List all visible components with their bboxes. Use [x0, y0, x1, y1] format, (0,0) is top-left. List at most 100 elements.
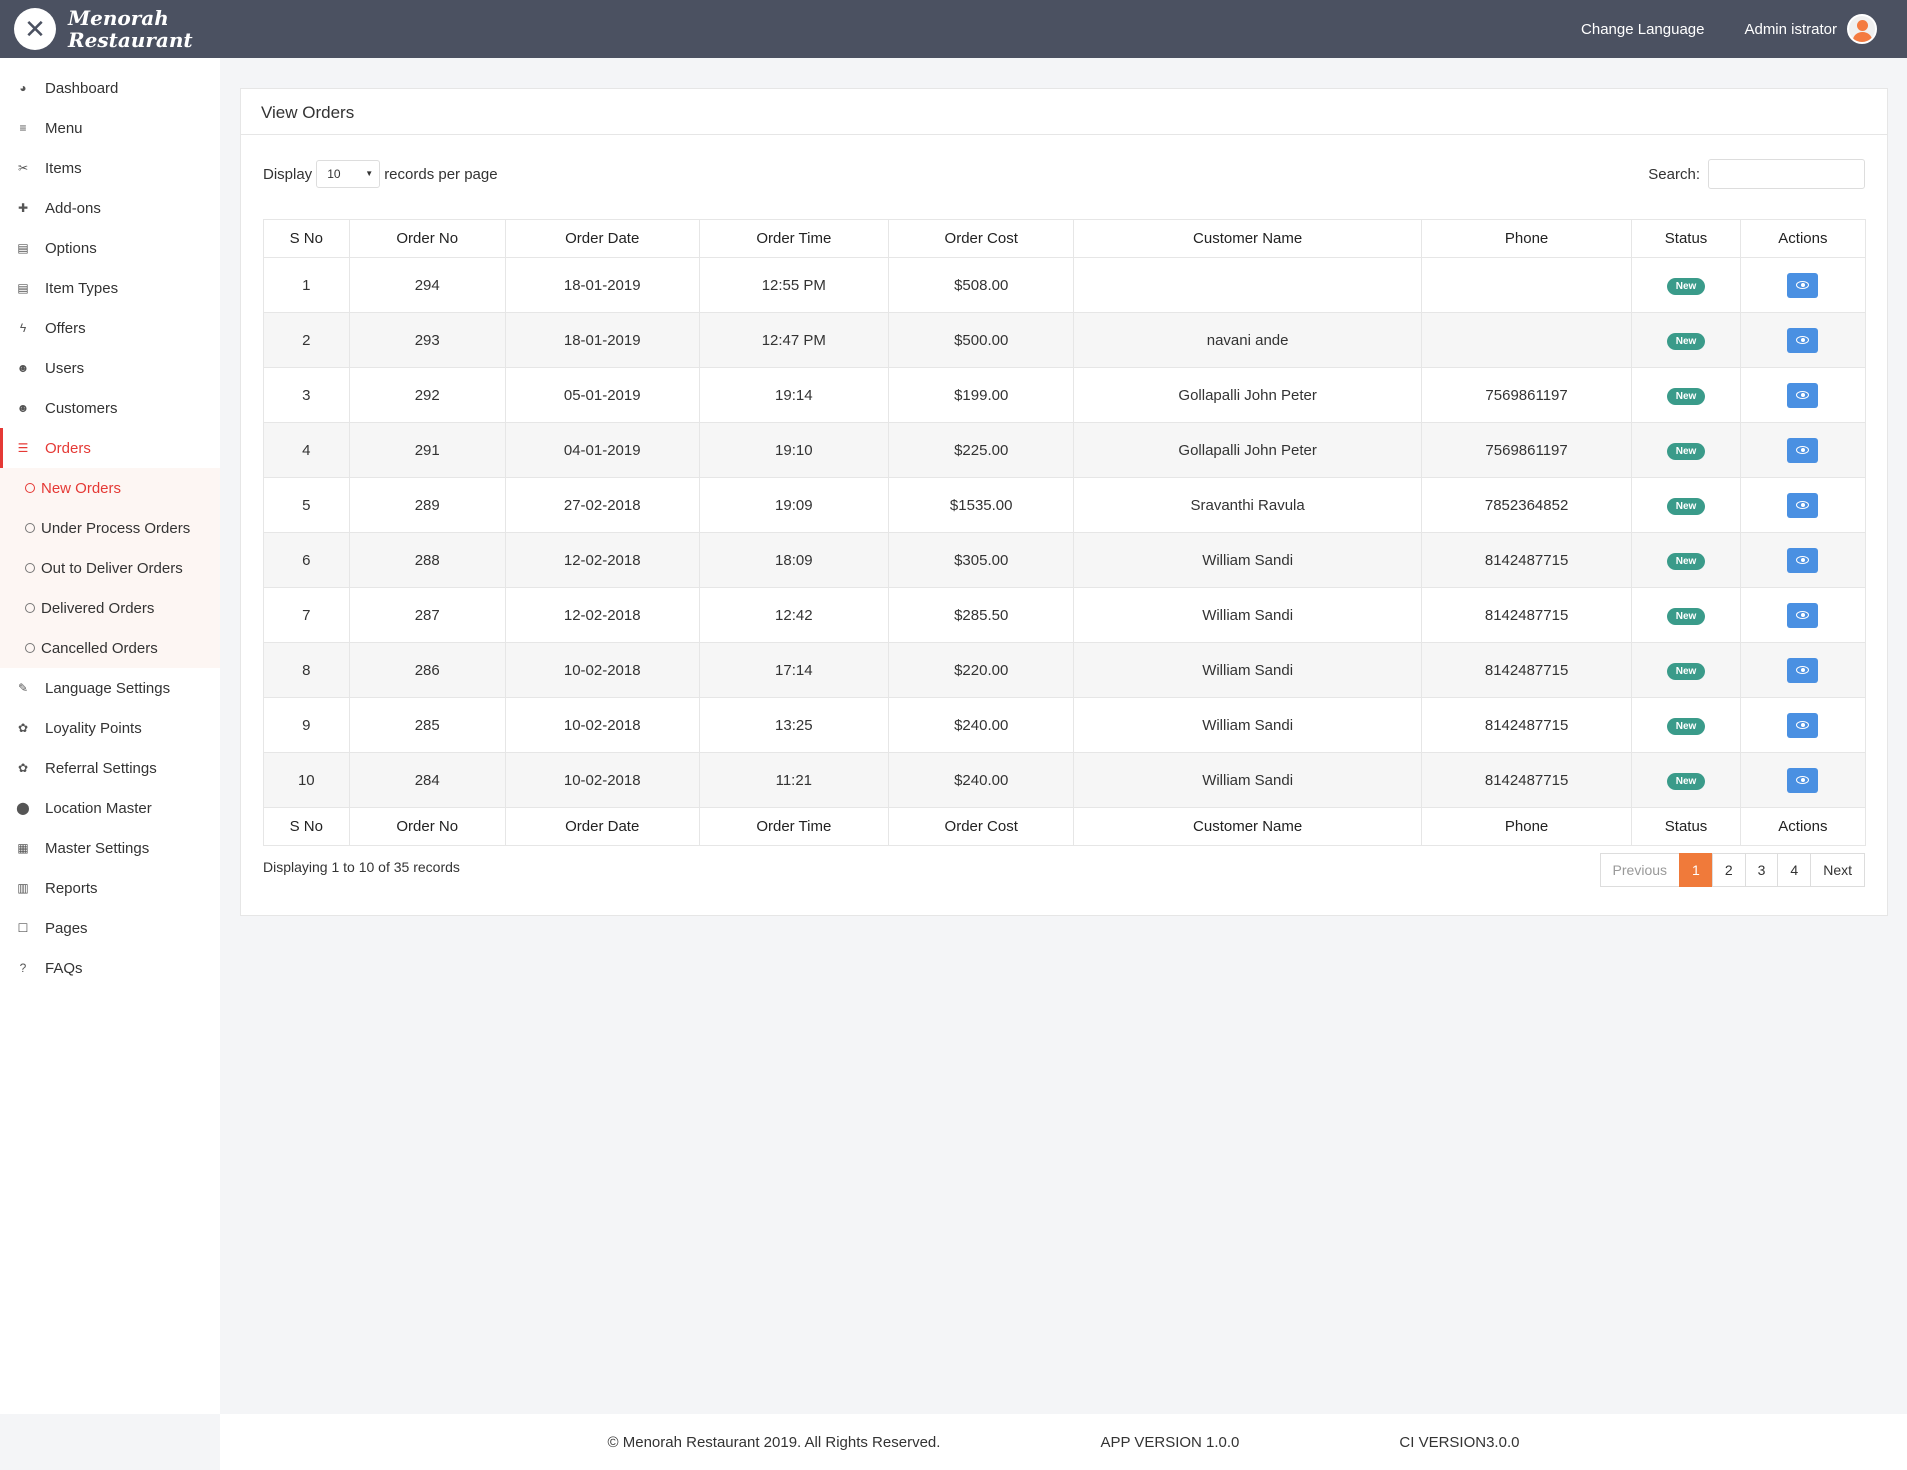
serial-number-cell: 8: [263, 642, 350, 698]
list-icon: ▤: [17, 281, 29, 295]
order-cost-cell: $220.00: [888, 642, 1075, 698]
view-order-button[interactable]: [1787, 547, 1819, 573]
sidebar-item-location-master[interactable]: ⬤ Location Master: [0, 788, 220, 828]
search-input[interactable]: [1708, 159, 1865, 189]
column-header-order-cost: Order Cost: [888, 807, 1075, 846]
sidebar-item-label: Orders: [45, 439, 91, 457]
change-language-link[interactable]: Change Language: [1581, 21, 1704, 38]
brand-line-1: Menorah: [68, 6, 169, 30]
customer-name-cell: Gollapalli John Peter: [1073, 367, 1422, 423]
order-date-cell: 04-01-2019: [504, 422, 700, 478]
order-number-cell: 294: [348, 257, 506, 313]
map-marker-icon: ⬤: [16, 801, 30, 815]
sidebar-item-loyality-points[interactable]: ✿ Loyality Points: [0, 708, 220, 748]
actions-cell: [1739, 312, 1867, 368]
order-date-cell: 10-02-2018: [504, 642, 700, 698]
view-order-button[interactable]: [1787, 492, 1819, 518]
view-order-button[interactable]: [1787, 657, 1819, 683]
panel-title: View Orders: [241, 89, 1887, 135]
sidebar-subitem-under-process-orders[interactable]: Under Process Orders: [0, 508, 220, 548]
table-row: 9 285 10-02-2018 13:25 $240.00 William Sandi 8…: [263, 697, 1867, 753]
sidebar-item-dashboard[interactable]: ◕ Dashboard: [0, 68, 220, 108]
serial-number-cell: 1: [263, 257, 350, 313]
status-cell: New: [1631, 642, 1741, 698]
order-number-cell: 287: [348, 587, 506, 643]
list-icon: ▤: [17, 241, 29, 255]
sidebar-item-language-settings[interactable]: ✎ Language Settings: [0, 668, 220, 708]
sidebar-item-item-types[interactable]: ▤ Item Types: [0, 268, 220, 308]
sidebar-item-offers[interactable]: ϟ Offers: [0, 308, 220, 348]
column-header-customer-name: Customer Name: [1073, 807, 1422, 846]
brand-line-2: Restaurant: [68, 28, 193, 52]
brand-logo[interactable]: ✕ Menorah Restaurant: [14, 7, 193, 51]
customer-name-cell: William Sandi: [1073, 642, 1422, 698]
sidebar-item-label: Location Master: [45, 799, 152, 817]
status-badge: New: [1666, 662, 1706, 680]
sidebar-subitem-cancelled-orders[interactable]: Cancelled Orders: [0, 628, 220, 668]
sidebar-item-orders[interactable]: ☰ Orders: [0, 428, 220, 468]
page-button-4[interactable]: 4: [1777, 853, 1812, 887]
view-order-button[interactable]: [1787, 272, 1819, 298]
per-page-value: 10: [327, 167, 341, 181]
view-order-button[interactable]: [1787, 437, 1819, 463]
sidebar-subitem-new-orders[interactable]: New Orders: [0, 468, 220, 508]
sidebar-subitem-out-to-deliver-orders[interactable]: Out to Deliver Orders: [0, 548, 220, 588]
actions-cell: [1739, 257, 1867, 313]
order-date-cell: 18-01-2019: [504, 312, 700, 368]
orders-table: S No Order No Order Date Order Time Order Co…: [263, 219, 1867, 846]
user-menu[interactable]: Admin istrator: [1744, 14, 1877, 44]
serial-number-cell: 9: [263, 697, 350, 753]
page-button-1[interactable]: 1: [1679, 853, 1713, 887]
sidebar-item-pages[interactable]: ☐ Pages: [0, 908, 220, 948]
view-order-button[interactable]: [1787, 327, 1819, 353]
phone-cell: 8142487715: [1420, 532, 1633, 588]
customer-name-cell: William Sandi: [1073, 587, 1422, 643]
next-page-button[interactable]: Next: [1810, 853, 1865, 887]
sidebar-item-master-settings[interactable]: ▦ Master Settings: [0, 828, 220, 868]
page-button-2[interactable]: 2: [1711, 853, 1746, 887]
order-time-cell: 18:09: [698, 532, 890, 588]
column-header-s-no: S No: [263, 807, 350, 846]
status-cell: New: [1631, 697, 1741, 753]
sidebar-subitem-delivered-orders[interactable]: Delivered Orders: [0, 588, 220, 628]
sidebar-item-referral-settings[interactable]: ✿ Referral Settings: [0, 748, 220, 788]
records-per-page-label: records per page: [384, 165, 498, 183]
status-badge: New: [1666, 552, 1706, 570]
sidebar-item-label: Offers: [45, 319, 86, 337]
bar-chart-icon: ▥: [17, 881, 29, 895]
sidebar-subitem-label: Under Process Orders: [41, 519, 191, 537]
sidebar-item-label: Dashboard: [45, 79, 119, 97]
app-version: APP VERSION 1.0.0: [1100, 1433, 1240, 1451]
search-label: Search:: [1648, 165, 1700, 183]
column-header-s-no: S No: [263, 219, 350, 258]
sidebar-item-menu[interactable]: ≡ Menu: [0, 108, 220, 148]
serial-number-cell: 6: [263, 532, 350, 588]
actions-cell: [1739, 642, 1867, 698]
page-button-3[interactable]: 3: [1744, 853, 1779, 887]
sidebar-item-faqs[interactable]: ? FAQs: [0, 948, 220, 988]
user-name: Admin istrator: [1744, 20, 1837, 38]
dashboard-icon: ◕: [19, 81, 27, 95]
previous-page-button[interactable]: Previous: [1599, 853, 1681, 887]
order-time-cell: 11:21: [698, 752, 890, 808]
table-row: 6 288 12-02-2018 18:09 $305.00 William Sandi 8…: [263, 532, 1867, 588]
phone-cell: 8142487715: [1420, 752, 1633, 808]
sidebar-item-users[interactable]: ☻ Users: [0, 348, 220, 388]
sidebar-item-customers[interactable]: ☻ Customers: [0, 388, 220, 428]
sidebar-item-add-ons[interactable]: ✚ Add-ons: [0, 188, 220, 228]
circle-icon: [25, 603, 35, 613]
view-order-button[interactable]: [1787, 712, 1819, 738]
phone-cell: 7569861197: [1420, 367, 1633, 423]
sidebar-item-options[interactable]: ▤ Options: [0, 228, 220, 268]
display-label: Display: [263, 165, 313, 183]
customer-name-cell: Gollapalli John Peter: [1073, 422, 1422, 478]
view-order-button[interactable]: [1787, 602, 1819, 628]
view-order-button[interactable]: [1787, 382, 1819, 408]
sidebar-item-reports[interactable]: ▥ Reports: [0, 868, 220, 908]
table-row: 8 286 10-02-2018 17:14 $220.00 William Sandi 8…: [263, 642, 1867, 698]
view-order-button[interactable]: [1787, 767, 1819, 793]
order-number-cell: 289: [348, 477, 506, 533]
per-page-select[interactable]: 10: [316, 160, 381, 188]
sidebar-item-label: Options: [45, 239, 97, 257]
sidebar-item-items[interactable]: ✂ Items: [0, 148, 220, 188]
